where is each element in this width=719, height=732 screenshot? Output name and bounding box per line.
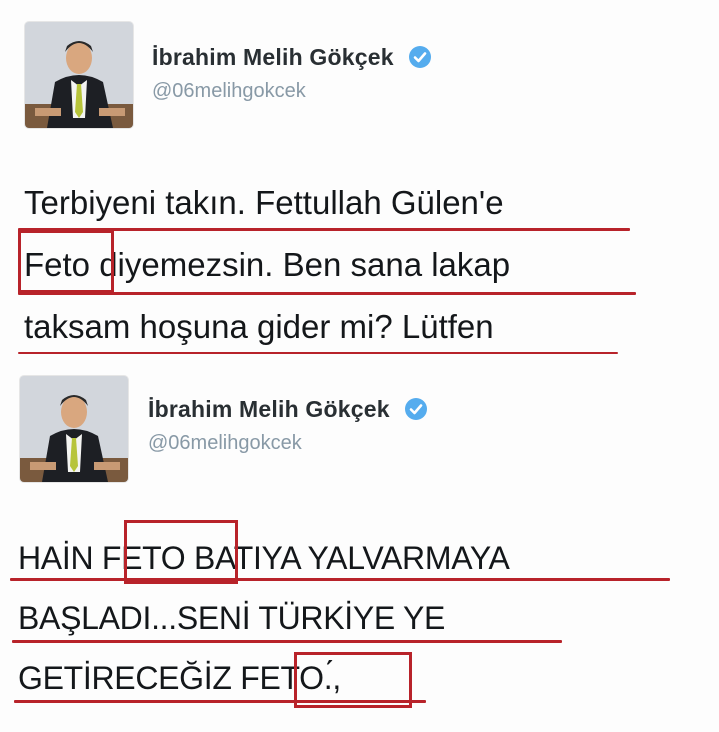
annotation-underline: [12, 640, 562, 643]
profile-photo-icon: [20, 376, 128, 482]
author-name-text: İbrahim Melih Gökçek: [148, 396, 390, 422]
annotation-highlight-box: [124, 520, 238, 584]
tweet-card: İbrahim Melih Gökçek @06melihgokcek HAİN…: [0, 0, 719, 732]
screenshot-frame: İbrahim Melih Gökçek @06melihgokcek Terb…: [0, 0, 719, 732]
tweet-text-line: HAİN FETO BATIYA YALVARMAYA: [18, 540, 510, 576]
annotation-highlight-box: [294, 652, 412, 708]
author-handle[interactable]: @06melihgokcek: [148, 432, 302, 455]
annotation-underline: [10, 578, 670, 581]
avatar[interactable]: [20, 376, 128, 482]
tweet-text-line: BAŞLADI...SENİ TÜRKİYE YE: [18, 600, 446, 636]
verified-badge-icon: [404, 397, 428, 421]
author-name[interactable]: İbrahim Melih Gökçek: [148, 396, 428, 423]
tweet-text-line: GETİRECEĞİZ FETO.́,: [18, 660, 341, 696]
